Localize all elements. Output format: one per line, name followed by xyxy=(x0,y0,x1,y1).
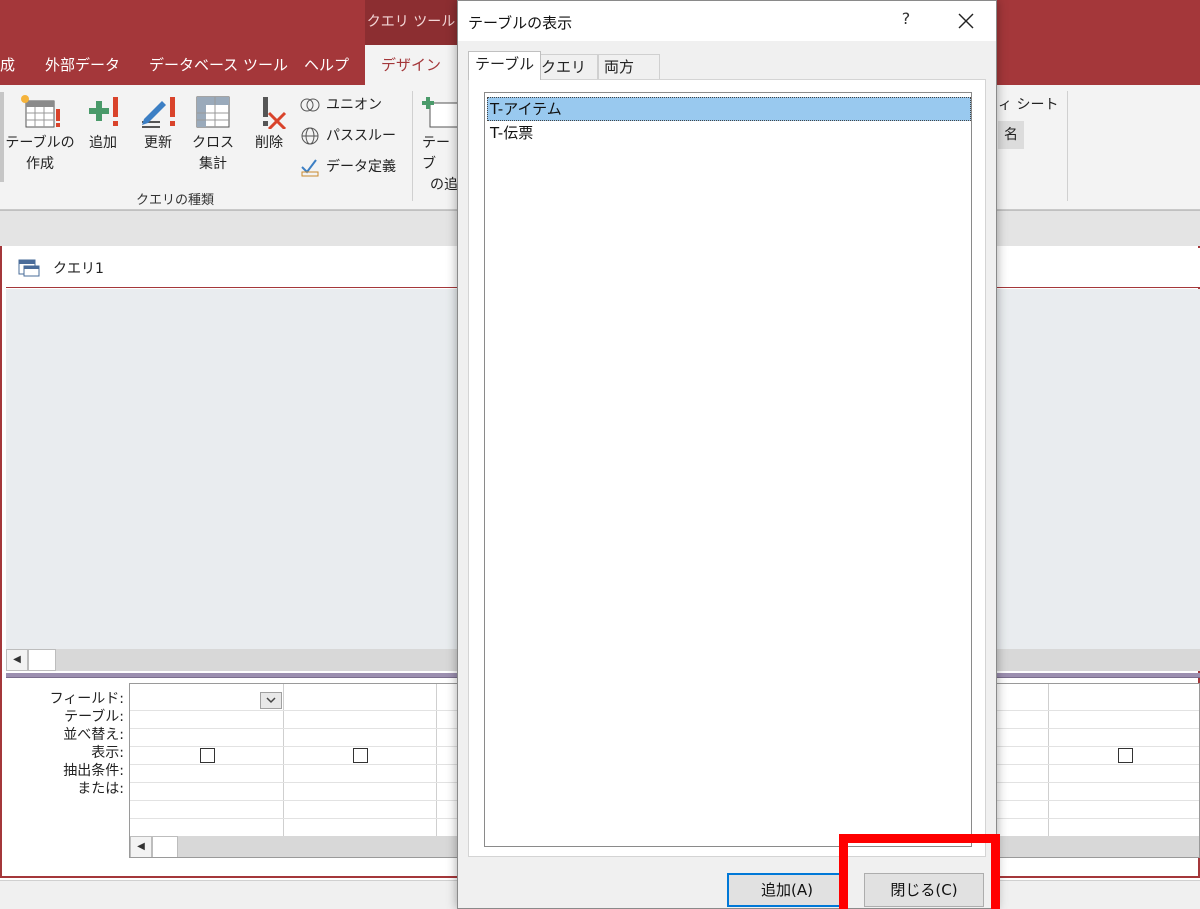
query-type-group-label: クエリの種類 xyxy=(136,193,215,208)
row-label-criteria: 抽出条件: xyxy=(63,763,124,779)
union-button[interactable]: ユニオン xyxy=(300,95,382,115)
append-label: 追加 xyxy=(89,135,117,151)
dialog-title: テーブルの表示 xyxy=(468,14,573,32)
crosstab-button[interactable]: クロス 集計 xyxy=(190,93,236,175)
tab-external-data[interactable]: 外部データ xyxy=(45,45,120,85)
tab-database-tools[interactable]: データベース ツール xyxy=(149,45,288,85)
show-table-icon xyxy=(422,93,459,129)
union-label: ユニオン xyxy=(326,97,382,113)
close-icon xyxy=(958,13,974,29)
tab-design[interactable]: デザイン xyxy=(365,45,457,85)
table-names-button-partial[interactable]: 名 xyxy=(998,121,1024,149)
tab-tables[interactable]: テーブル xyxy=(468,51,542,80)
append-icon xyxy=(82,93,124,129)
crosstab-label-1: クロス xyxy=(192,135,234,151)
dialog-tab-panel: T-アイテム T-伝票 xyxy=(468,79,986,857)
list-item[interactable]: T-伝票 xyxy=(487,121,971,145)
query-tools-context-tab: クエリ ツール xyxy=(365,0,457,45)
tab-both[interactable]: 両方 xyxy=(598,54,660,79)
close-button[interactable] xyxy=(952,7,980,35)
pass-through-label: パススルー xyxy=(326,128,396,144)
highlight-annotation xyxy=(839,834,1000,909)
make-table-button[interactable]: テーブルの 作成 xyxy=(4,93,76,175)
show-table-dialog: テーブルの表示 ? テーブル クエリ 両方 T-アイテム T-伝票 追加(A) … xyxy=(457,0,997,909)
row-label-show: 表示: xyxy=(91,745,124,761)
make-table-icon xyxy=(4,93,76,129)
grid-col-line xyxy=(436,684,437,836)
update-label: 更新 xyxy=(144,135,172,151)
union-icon xyxy=(300,98,320,112)
pass-through-button[interactable]: パススルー xyxy=(300,126,396,146)
delete-button[interactable]: 削除 xyxy=(248,93,290,154)
scroll-thumb[interactable] xyxy=(28,649,56,671)
query-tab-title[interactable]: クエリ1 xyxy=(53,258,104,278)
tab-help[interactable]: ヘルプ xyxy=(304,45,349,85)
property-sheet-button-partial[interactable]: ィ シート xyxy=(998,95,1058,115)
show-table-label-2: の追 xyxy=(430,177,458,193)
show-checkbox[interactable] xyxy=(353,748,368,763)
show-table-label-1: テーブ xyxy=(422,135,450,172)
list-item[interactable]: T-アイテム xyxy=(487,97,971,121)
query-icon xyxy=(18,257,40,281)
append-button[interactable]: 追加 xyxy=(82,93,124,154)
show-checkbox[interactable] xyxy=(1118,748,1133,763)
update-button[interactable]: 更新 xyxy=(136,93,180,154)
grid-col-line xyxy=(283,684,284,836)
grid-row-labels: フィールド: テーブル: 並べ替え: 表示: 抽出条件: または: xyxy=(6,690,124,798)
globe-icon xyxy=(301,127,319,145)
show-checkbox[interactable] xyxy=(200,748,215,763)
data-definition-label: データ定義 xyxy=(326,159,396,175)
grid-col-line xyxy=(1048,684,1049,836)
dialog-title-bar: テーブルの表示 ? xyxy=(458,1,996,41)
group-separator-right xyxy=(1067,91,1068,201)
tab-create-partial[interactable]: 成 xyxy=(0,45,20,85)
data-definition-button[interactable]: データ定義 xyxy=(300,157,396,177)
delete-icon xyxy=(248,93,290,131)
scroll-left-icon[interactable]: ◀ xyxy=(6,649,28,671)
row-label-or: または: xyxy=(77,781,124,797)
update-icon xyxy=(136,93,180,129)
row-label-field: フィールド: xyxy=(49,691,124,707)
help-button[interactable]: ? xyxy=(896,9,916,28)
field-dropdown[interactable] xyxy=(260,692,282,709)
add-button[interactable]: 追加(A) xyxy=(727,873,847,907)
grid-scroll-left-icon[interactable]: ◀ xyxy=(130,836,152,857)
table-list[interactable]: T-アイテム T-伝票 xyxy=(484,92,972,847)
delete-label: 削除 xyxy=(255,135,283,151)
data-definition-icon xyxy=(301,159,319,177)
row-label-table: テーブル: xyxy=(64,709,124,725)
make-table-label-2: 作成 xyxy=(26,156,54,172)
crosstab-icon xyxy=(190,93,236,129)
tab-queries[interactable]: クエリ xyxy=(534,54,598,79)
make-table-label-1: テーブルの xyxy=(5,135,75,151)
chevron-down-icon xyxy=(266,697,276,704)
grid-scroll-thumb[interactable] xyxy=(152,836,178,857)
group-separator xyxy=(412,91,413,201)
crosstab-label-2: 集計 xyxy=(199,156,227,172)
row-label-sort: 並べ替え: xyxy=(63,727,124,743)
show-table-button-partial[interactable]: テーブ の追 xyxy=(422,93,459,196)
